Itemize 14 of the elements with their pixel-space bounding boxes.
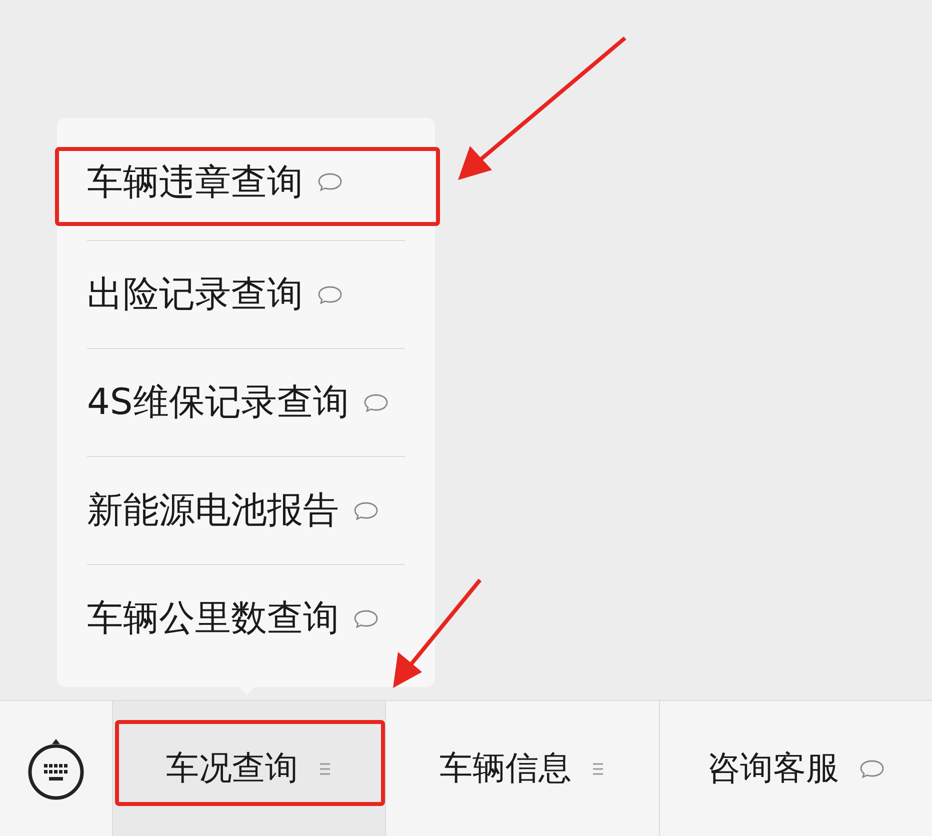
- chat-bubble-icon: [362, 392, 389, 412]
- list-icon: [591, 760, 606, 776]
- menu-item[interactable]: 新能源电池报告: [87, 456, 405, 564]
- menu-tab[interactable]: 车辆信息: [385, 701, 659, 836]
- menu-tab[interactable]: 咨询客服: [658, 701, 932, 836]
- list-icon: [318, 760, 332, 776]
- chat-bubble-icon: [317, 284, 343, 304]
- chat-bubble-icon: [353, 608, 379, 628]
- menu-item[interactable]: 4S维保记录查询: [87, 348, 405, 456]
- chat-bubble-icon: [858, 758, 885, 778]
- chat-bubble-icon: [317, 172, 343, 192]
- menu-tab[interactable]: 车况查询: [112, 701, 386, 836]
- chat-bubble-icon: [353, 500, 379, 520]
- menu-item[interactable]: 出险记录查询: [87, 240, 405, 348]
